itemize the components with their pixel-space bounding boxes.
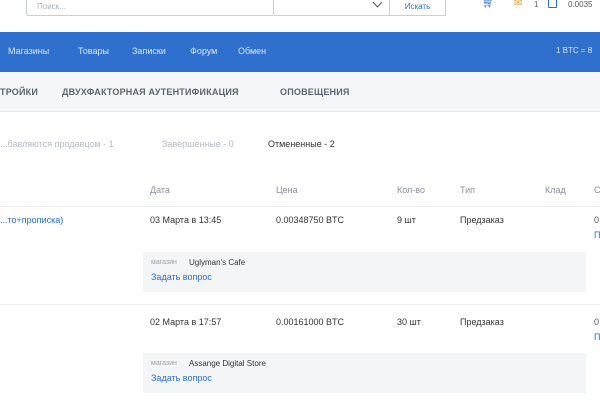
main-nav: Магазины Товары Записки Форум Обмен 1 BT…: [0, 32, 600, 72]
cart-icon[interactable]: 🛒︎: [482, 0, 495, 9]
order-date: 03 Марта в 13:45: [150, 215, 222, 225]
order-product-link[interactable]: ...то+прописка): [0, 215, 63, 225]
column-header-quantity: Кол-во: [397, 185, 425, 195]
shop-label: магазин: [151, 259, 177, 266]
balance-value: 0.0035: [568, 0, 593, 9]
filter-cancelled[interactable]: Отмененные - 2: [268, 139, 335, 149]
order-quantity: 9 шт: [397, 215, 416, 225]
top-bar: Поиск... Искать 🛒︎ ✉ 1 0.0035: [0, 0, 600, 32]
wallet-icon[interactable]: [548, 0, 557, 8]
mail-count-badge: 1: [534, 0, 539, 9]
chevron-down-icon: [372, 0, 383, 8]
nav-item-forum[interactable]: Форум: [190, 46, 217, 56]
column-header-date: Дата: [150, 185, 170, 195]
search-button[interactable]: Искать: [390, 0, 446, 16]
order-price: 0.00348750 BTC: [276, 215, 345, 225]
order-action-link[interactable]: П: [594, 230, 600, 240]
filter-pending[interactable]: ...бавляются продавцом - 1: [0, 139, 114, 149]
order-type: Предзаказ: [460, 317, 504, 327]
column-header-status: С: [594, 185, 600, 195]
tab-two-factor-auth[interactable]: ДВУХФАКТОРНАЯ АУТЕНТИФИКАЦИЯ: [62, 87, 239, 97]
search-category-select[interactable]: [274, 0, 390, 16]
order-status: 0: [594, 317, 600, 327]
order-date: 02 Марта в 17:57: [150, 317, 222, 327]
nav-item-shops[interactable]: Магазины: [8, 46, 49, 56]
shop-name[interactable]: Uglyman's Cafe: [189, 258, 245, 267]
order-status: 0: [594, 215, 600, 225]
filter-completed[interactable]: Завершенные - 0: [162, 139, 234, 149]
tab-settings[interactable]: ТРОЙКИ: [0, 87, 38, 97]
column-header-type: Тип: [460, 185, 476, 195]
divider: [0, 304, 600, 305]
btc-rate: 1 BTC = 8: [556, 46, 593, 55]
settings-tabs: ТРОЙКИ ДВУХФАКТОРНАЯ АУТЕНТИФИКАЦИЯ ОПОВ…: [0, 72, 600, 112]
shop-name[interactable]: Assange Digital Store: [189, 359, 266, 368]
nav-item-exchange[interactable]: Обмен: [238, 46, 266, 56]
shop-label: магазин: [151, 360, 177, 367]
divider: [0, 206, 600, 207]
nav-item-notes[interactable]: Записки: [132, 46, 166, 56]
tab-notifications[interactable]: ОПОВЕЩЕНИЯ: [280, 87, 350, 97]
order-details: магазин Uglyman's Cafe Задать вопрос: [143, 252, 586, 292]
column-header-price: Цена: [276, 185, 298, 195]
order-type: Предзаказ: [460, 215, 504, 225]
order-quantity: 30 шт: [397, 317, 421, 327]
nav-item-products[interactable]: Товары: [78, 46, 109, 56]
search-input[interactable]: Поиск...: [26, 0, 274, 16]
order-price: 0.00161000 BTC: [276, 317, 345, 327]
ask-question-link[interactable]: Задать вопрос: [151, 373, 212, 383]
column-header-stash: Клад: [545, 185, 566, 195]
mail-icon[interactable]: ✉: [514, 0, 522, 9]
order-action-link[interactable]: П: [594, 332, 600, 342]
order-details: магазин Assange Digital Store Задать воп…: [143, 353, 586, 393]
ask-question-link[interactable]: Задать вопрос: [151, 272, 212, 282]
